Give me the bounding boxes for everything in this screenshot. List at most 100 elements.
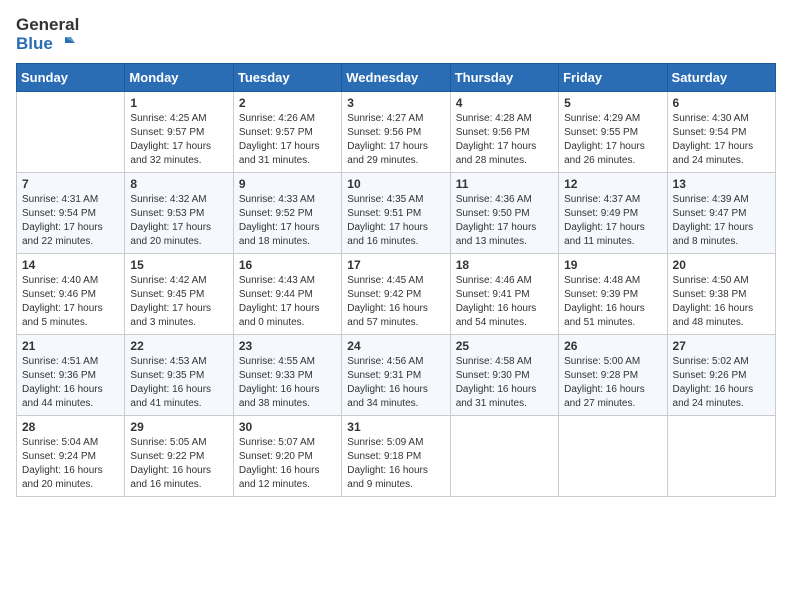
- day-number: 25: [456, 339, 553, 353]
- day-number: 18: [456, 258, 553, 272]
- day-info: Sunrise: 4:50 AM Sunset: 9:38 PM Dayligh…: [673, 274, 770, 330]
- day-info: Sunrise: 5:05 AM Sunset: 9:22 PM Dayligh…: [130, 436, 227, 492]
- day-number: 11: [456, 177, 553, 191]
- day-info: Sunrise: 4:46 AM Sunset: 9:41 PM Dayligh…: [456, 274, 553, 330]
- header-wednesday: Wednesday: [342, 63, 450, 91]
- day-number: 16: [239, 258, 336, 272]
- day-info: Sunrise: 4:43 AM Sunset: 9:44 PM Dayligh…: [239, 274, 336, 330]
- calendar-cell: [667, 415, 775, 496]
- calendar-cell: 19Sunrise: 4:48 AM Sunset: 9:39 PM Dayli…: [559, 253, 667, 334]
- calendar-cell: [17, 91, 125, 172]
- day-info: Sunrise: 5:07 AM Sunset: 9:20 PM Dayligh…: [239, 436, 336, 492]
- day-number: 3: [347, 96, 444, 110]
- week-row-0: 1 Sunrise: 4:25 AM Sunset: 9:57 PM Daylig…: [17, 91, 776, 172]
- day-number: 24: [347, 339, 444, 353]
- day-info: Sunrise: 4:56 AM Sunset: 9:31 PM Dayligh…: [347, 355, 444, 411]
- calendar-cell: 13 Sunrise: 4:39 AM Sunset: 9:47 PM Dayli…: [667, 172, 775, 253]
- day-number: 27: [673, 339, 770, 353]
- day-number: 28: [22, 420, 119, 434]
- calendar-cell: 25 Sunrise: 4:58 AM Sunset: 9:30 PM Dayli…: [450, 334, 558, 415]
- calendar-cell: 31 Sunrise: 5:09 AM Sunset: 9:18 PM Dayli…: [342, 415, 450, 496]
- header-saturday: Saturday: [667, 63, 775, 91]
- calendar-cell: 17Sunrise: 4:45 AM Sunset: 9:42 PM Dayli…: [342, 253, 450, 334]
- day-info: Sunrise: 4:39 AM Sunset: 9:47 PM Dayligh…: [673, 193, 770, 249]
- day-number: 8: [130, 177, 227, 191]
- day-info: Sunrise: 4:48 AM Sunset: 9:39 PM Dayligh…: [564, 274, 661, 330]
- calendar-cell: 7 Sunrise: 4:31 AM Sunset: 9:54 PM Daylig…: [17, 172, 125, 253]
- calendar-cell: 21 Sunrise: 4:51 AM Sunset: 9:36 PM Dayli…: [17, 334, 125, 415]
- week-row-2: 14Sunrise: 4:40 AM Sunset: 9:46 PM Dayli…: [17, 253, 776, 334]
- calendar-cell: 29Sunrise: 5:05 AM Sunset: 9:22 PM Dayli…: [125, 415, 233, 496]
- day-number: 1: [130, 96, 227, 110]
- day-number: 5: [564, 96, 661, 110]
- calendar-cell: 8 Sunrise: 4:32 AM Sunset: 9:53 PM Daylig…: [125, 172, 233, 253]
- day-info: Sunrise: 5:02 AM Sunset: 9:26 PM Dayligh…: [673, 355, 770, 411]
- day-number: 31: [347, 420, 444, 434]
- calendar-cell: 6 Sunrise: 4:30 AM Sunset: 9:54 PM Daylig…: [667, 91, 775, 172]
- day-info: Sunrise: 4:58 AM Sunset: 9:30 PM Dayligh…: [456, 355, 553, 411]
- day-number: 21: [22, 339, 119, 353]
- day-info: Sunrise: 4:32 AM Sunset: 9:53 PM Dayligh…: [130, 193, 227, 249]
- logo-general: General: [16, 16, 79, 35]
- day-number: 9: [239, 177, 336, 191]
- day-number: 6: [673, 96, 770, 110]
- calendar-cell: 27 Sunrise: 5:02 AM Sunset: 9:26 PM Dayli…: [667, 334, 775, 415]
- calendar-cell: [559, 415, 667, 496]
- calendar-cell: 23Sunrise: 4:55 AM Sunset: 9:33 PM Dayli…: [233, 334, 341, 415]
- week-row-1: 7 Sunrise: 4:31 AM Sunset: 9:54 PM Daylig…: [17, 172, 776, 253]
- calendar-cell: 24 Sunrise: 4:56 AM Sunset: 9:31 PM Dayli…: [342, 334, 450, 415]
- header-thursday: Thursday: [450, 63, 558, 91]
- calendar-cell: 9 Sunrise: 4:33 AM Sunset: 9:52 PM Daylig…: [233, 172, 341, 253]
- calendar-cell: 30 Sunrise: 5:07 AM Sunset: 9:20 PM Dayli…: [233, 415, 341, 496]
- calendar-cell: [450, 415, 558, 496]
- calendar-cell: 26 Sunrise: 5:00 AM Sunset: 9:28 PM Dayli…: [559, 334, 667, 415]
- day-info: Sunrise: 4:42 AM Sunset: 9:45 PM Dayligh…: [130, 274, 227, 330]
- day-info: Sunrise: 4:30 AM Sunset: 9:54 PM Dayligh…: [673, 112, 770, 168]
- calendar-cell: 16 Sunrise: 4:43 AM Sunset: 9:44 PM Dayli…: [233, 253, 341, 334]
- day-number: 20: [673, 258, 770, 272]
- calendar-cell: 5Sunrise: 4:29 AM Sunset: 9:55 PM Daylig…: [559, 91, 667, 172]
- day-info: Sunrise: 4:36 AM Sunset: 9:50 PM Dayligh…: [456, 193, 553, 249]
- day-info: Sunrise: 4:27 AM Sunset: 9:56 PM Dayligh…: [347, 112, 444, 168]
- logo: General Blue: [16, 16, 79, 55]
- day-number: 14: [22, 258, 119, 272]
- calendar-cell: 22Sunrise: 4:53 AM Sunset: 9:35 PM Dayli…: [125, 334, 233, 415]
- logo-blue: Blue: [16, 35, 79, 55]
- calendar-cell: 3 Sunrise: 4:27 AM Sunset: 9:56 PM Daylig…: [342, 91, 450, 172]
- header-monday: Monday: [125, 63, 233, 91]
- calendar-cell: 10Sunrise: 4:35 AM Sunset: 9:51 PM Dayli…: [342, 172, 450, 253]
- day-info: Sunrise: 4:33 AM Sunset: 9:52 PM Dayligh…: [239, 193, 336, 249]
- day-info: Sunrise: 4:55 AM Sunset: 9:33 PM Dayligh…: [239, 355, 336, 411]
- day-info: Sunrise: 4:35 AM Sunset: 9:51 PM Dayligh…: [347, 193, 444, 249]
- day-number: 7: [22, 177, 119, 191]
- week-row-4: 28 Sunrise: 5:04 AM Sunset: 9:24 PM Dayli…: [17, 415, 776, 496]
- day-info: Sunrise: 4:45 AM Sunset: 9:42 PM Dayligh…: [347, 274, 444, 330]
- day-info: Sunrise: 4:26 AM Sunset: 9:57 PM Dayligh…: [239, 112, 336, 168]
- day-number: 26: [564, 339, 661, 353]
- day-info: Sunrise: 4:25 AM Sunset: 9:57 PM Dayligh…: [130, 112, 227, 168]
- day-info: Sunrise: 5:00 AM Sunset: 9:28 PM Dayligh…: [564, 355, 661, 411]
- day-info: Sunrise: 4:37 AM Sunset: 9:49 PM Dayligh…: [564, 193, 661, 249]
- day-number: 30: [239, 420, 336, 434]
- day-info: Sunrise: 4:31 AM Sunset: 9:54 PM Dayligh…: [22, 193, 119, 249]
- calendar-table: SundayMondayTuesdayWednesdayThursdayFrid…: [16, 63, 776, 497]
- calendar-cell: 1 Sunrise: 4:25 AM Sunset: 9:57 PM Daylig…: [125, 91, 233, 172]
- calendar-cell: 2Sunrise: 4:26 AM Sunset: 9:57 PM Daylig…: [233, 91, 341, 172]
- calendar-cell: 28 Sunrise: 5:04 AM Sunset: 9:24 PM Dayli…: [17, 415, 125, 496]
- header-tuesday: Tuesday: [233, 63, 341, 91]
- calendar-cell: 11 Sunrise: 4:36 AM Sunset: 9:50 PM Dayli…: [450, 172, 558, 253]
- week-row-3: 21 Sunrise: 4:51 AM Sunset: 9:36 PM Dayli…: [17, 334, 776, 415]
- calendar-cell: 4Sunrise: 4:28 AM Sunset: 9:56 PM Daylig…: [450, 91, 558, 172]
- day-number: 13: [673, 177, 770, 191]
- header-friday: Friday: [559, 63, 667, 91]
- day-number: 15: [130, 258, 227, 272]
- logo-bird-icon: [55, 35, 75, 55]
- calendar-cell: 20 Sunrise: 4:50 AM Sunset: 9:38 PM Dayli…: [667, 253, 775, 334]
- calendar-cell: 18 Sunrise: 4:46 AM Sunset: 9:41 PM Dayli…: [450, 253, 558, 334]
- day-info: Sunrise: 4:51 AM Sunset: 9:36 PM Dayligh…: [22, 355, 119, 411]
- day-number: 22: [130, 339, 227, 353]
- day-info: Sunrise: 5:04 AM Sunset: 9:24 PM Dayligh…: [22, 436, 119, 492]
- page-header: General Blue: [16, 16, 776, 55]
- day-info: Sunrise: 5:09 AM Sunset: 9:18 PM Dayligh…: [347, 436, 444, 492]
- day-number: 4: [456, 96, 553, 110]
